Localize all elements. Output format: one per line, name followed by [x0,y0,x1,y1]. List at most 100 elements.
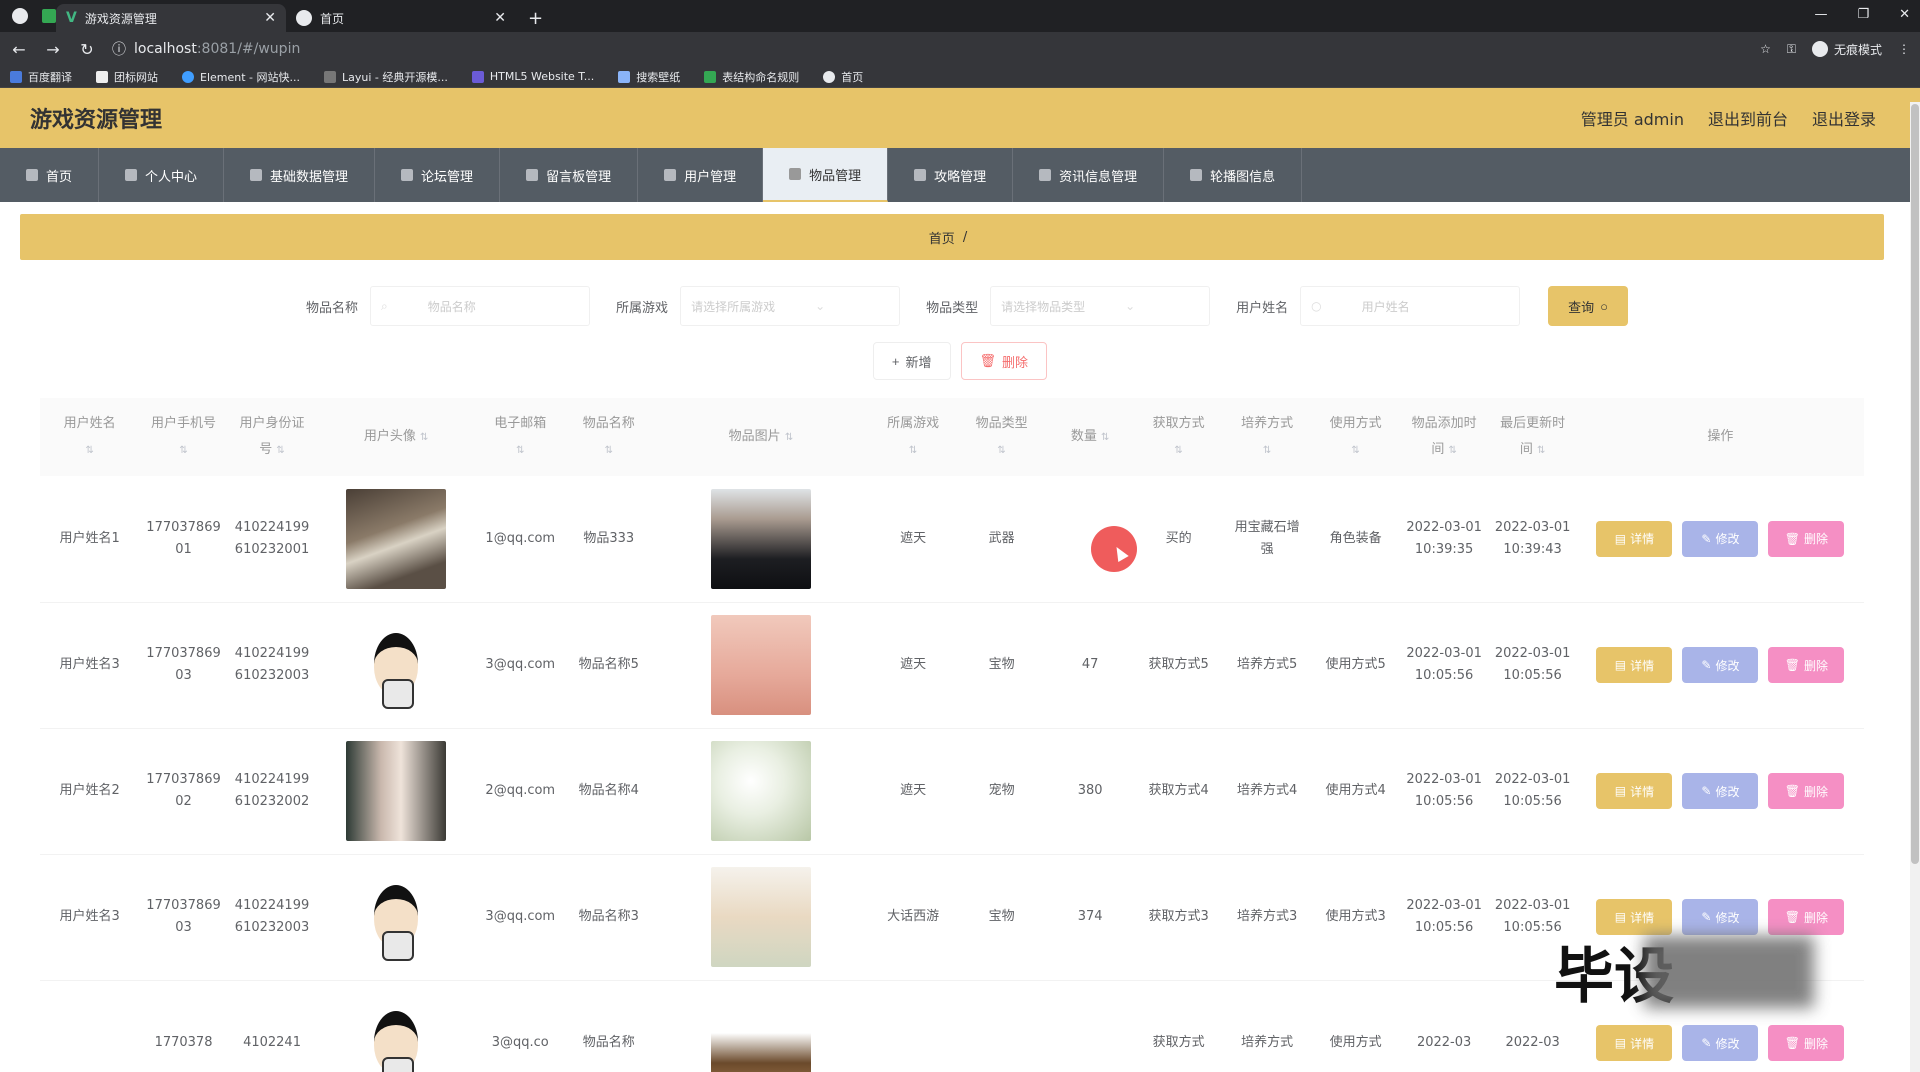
bookmark[interactable]: 百度翻译 [10,69,72,85]
star-icon[interactable]: ☆ [1760,42,1771,56]
bookmark[interactable]: 团标网站 [96,69,158,85]
back-icon[interactable]: ← [10,40,28,59]
sort-icon[interactable]: ⇅ [85,445,93,456]
batch-delete-button[interactable]: 🗑 删除 [960,342,1048,380]
user-avatar[interactable] [346,993,447,1072]
sort-icon[interactable]: ⇅ [1263,445,1271,456]
detail-button[interactable]: ▤ 详情 [1596,647,1673,683]
column-header[interactable]: 获取方式 ⇅ [1134,398,1223,476]
detail-button[interactable]: ▤ 详情 [1596,520,1673,557]
url-field[interactable]: ⓘ localhost:8081/#/wupin [112,39,1744,59]
nav-item-guides[interactable]: 攻略管理 [888,148,1014,202]
tab-close-icon[interactable]: ✕ [494,10,506,26]
column-header[interactable]: 物品类型 ⇅ [957,398,1046,476]
scrollbar-thumb[interactable] [1911,104,1919,864]
sort-icon[interactable]: ⇅ [276,445,284,456]
minimize-icon[interactable]: — [1814,7,1827,22]
item-name-input[interactable]: ⌕ 物品名称 [370,286,591,326]
user-avatar[interactable] [346,741,447,841]
sort-icon[interactable]: ⇅ [1537,445,1545,456]
query-button[interactable]: 查询 ○ [1548,286,1628,326]
column-header[interactable]: 用户身份证号 ⇅ [227,398,317,476]
user-name-input[interactable]: ○ 用户姓名 [1300,286,1521,326]
nav-item-forum[interactable]: 论坛管理 [375,148,501,202]
bookmark[interactable]: 表结构命名规则 [704,69,799,85]
sort-icon[interactable]: ⇅ [605,445,613,456]
remove-button[interactable]: 🗑 删除 [1768,773,1845,809]
reload-icon[interactable]: ↻ [78,40,96,59]
bookmark[interactable]: HTML5 Website T... [471,70,594,83]
add-button[interactable]: + 新增 [872,342,951,380]
sort-icon[interactable]: ⇅ [1101,432,1109,443]
sort-icon[interactable]: ⇅ [516,445,524,456]
more-icon[interactable]: ⋮ [1898,42,1910,56]
nav-item-messages[interactable]: 留言板管理 [500,148,639,202]
extension-icon[interactable] [42,9,56,23]
logout-link[interactable]: 退出登录 [1812,106,1876,130]
column-header[interactable]: 物品添加时间 ⇅ [1399,398,1489,476]
nav-item-items[interactable]: 物品管理 [763,148,889,202]
sort-icon[interactable]: ⇅ [909,445,917,456]
bookmark[interactable]: 搜索壁纸 [618,69,680,85]
tab-close-icon[interactable]: ✕ [264,10,276,26]
key-icon[interactable]: ⚿ [1787,42,1796,57]
remove-button[interactable]: 🗑 删除 [1768,520,1845,557]
nav-item-carousel[interactable]: 轮播图信息 [1164,148,1303,202]
column-header[interactable]: 数量 ⇅ [1045,398,1135,476]
column-header[interactable]: 培养方式 ⇅ [1222,398,1312,476]
column-header[interactable]: 所属游戏 ⇅ [868,398,958,476]
page-scrollbar[interactable] [1910,102,1920,1072]
sort-icon[interactable]: ⇅ [1351,445,1359,456]
column-header[interactable]: 用户手机号 ⇅ [139,398,228,476]
item-image[interactable] [710,867,811,967]
detail-button[interactable]: ▤ 详情 [1596,773,1673,809]
user-avatar[interactable] [346,615,447,715]
item-type-select[interactable]: 请选择物品类型 ⌄ [990,286,1211,326]
column-header[interactable]: 使用方式 ⇅ [1311,398,1400,476]
bookmark[interactable]: 首页 [823,69,863,85]
browser-tab[interactable]: 首页 ✕ [286,4,516,32]
nav-item-news[interactable]: 资讯信息管理 [1013,148,1165,202]
item-image[interactable] [710,488,811,589]
sort-icon[interactable]: ⇅ [1174,445,1182,456]
column-header[interactable]: 电子邮箱 ⇅ [476,398,565,476]
detail-button[interactable]: ▤ 详情 [1596,1025,1673,1061]
column-header[interactable]: 物品名称 ⇅ [564,398,654,476]
browser-tab-active[interactable]: V 游戏资源管理 ✕ [56,4,286,32]
sort-icon[interactable]: ⇅ [785,432,793,443]
edit-button[interactable]: ✎ 修改 [1682,647,1759,683]
column-header[interactable]: 用户姓名 ⇅ [40,398,140,476]
bookmark[interactable]: Layui - 经典开源模... [324,69,448,85]
nav-item-profile[interactable]: 个人中心 [99,148,225,202]
item-image[interactable] [710,741,811,841]
incognito-indicator[interactable]: 无痕模式 [1811,41,1882,58]
nav-item-home[interactable]: 首页 [0,148,100,202]
sort-icon[interactable]: ⇅ [1448,445,1456,456]
info-icon[interactable]: ⓘ [112,39,126,59]
sort-icon[interactable]: ⇅ [179,445,187,456]
forward-icon[interactable]: → [44,40,62,59]
to-front-link[interactable]: 退出到前台 [1708,106,1788,130]
item-image[interactable] [710,993,811,1072]
edit-button[interactable]: ✎ 修改 [1682,520,1759,557]
breadcrumb-home[interactable]: 首页 [929,228,955,247]
game-select[interactable]: 请选择所属游戏 ⌄ [680,286,901,326]
remove-button[interactable]: 🗑 删除 [1768,1025,1845,1061]
column-header[interactable]: 物品图片 ⇅ [653,398,869,476]
close-window-icon[interactable]: ✕ [1899,7,1910,22]
restore-icon[interactable]: ❐ [1857,7,1869,22]
column-header[interactable]: 用户头像 ⇅ [316,398,477,476]
nav-item-users[interactable]: 用户管理 [638,148,764,202]
bookmark[interactable]: Element - 网站快... [182,69,300,85]
edit-button[interactable]: ✎ 修改 [1682,1025,1759,1061]
user-avatar[interactable] [346,867,447,967]
browser-menu-icon[interactable] [12,8,28,24]
remove-button[interactable]: 🗑 删除 [1768,647,1845,683]
item-image[interactable] [710,615,811,715]
new-tab-button[interactable]: + [516,4,555,32]
sort-icon[interactable]: ⇅ [420,432,428,443]
column-header[interactable]: 最后更新时间 ⇅ [1488,398,1577,476]
nav-item-basic-data[interactable]: 基础数据管理 [224,148,376,202]
user-avatar[interactable] [346,488,447,589]
edit-button[interactable]: ✎ 修改 [1682,773,1759,809]
